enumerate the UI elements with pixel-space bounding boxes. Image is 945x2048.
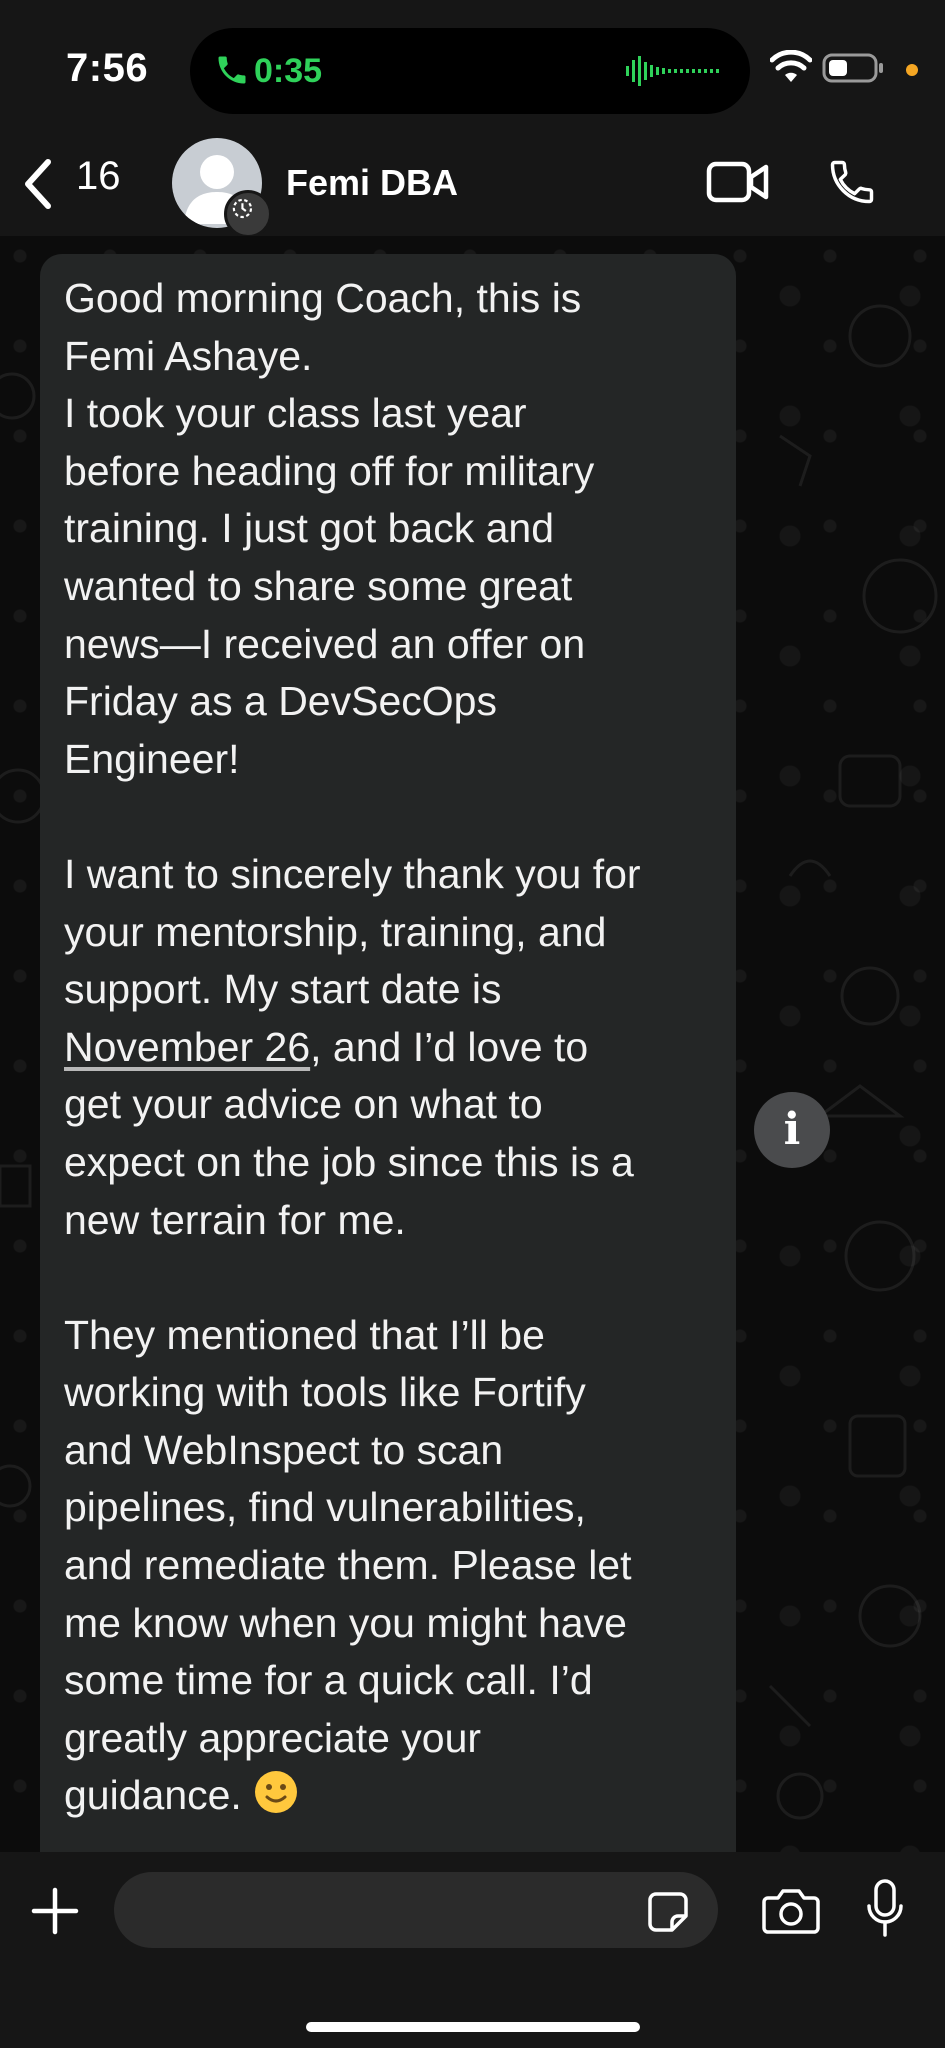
contact-name[interactable]: Femi DBA <box>286 162 458 204</box>
message-paragraph-1: Good morning Coach, this is Femi Ashaye.… <box>64 275 595 782</box>
slightly-smiling-face-emoji <box>255 1771 298 1814</box>
wifi-icon <box>770 50 812 82</box>
message-input-bar <box>0 1852 945 2048</box>
audio-waveform-icon <box>626 56 719 86</box>
camera-icon[interactable] <box>762 1886 820 1934</box>
plus-icon[interactable] <box>30 1886 80 1936</box>
status-bar: 7:56 0:35 <box>0 0 945 130</box>
voice-call-icon[interactable] <box>826 154 878 210</box>
info-button[interactable]: i <box>754 1092 830 1168</box>
sticker-icon[interactable] <box>646 1890 690 1934</box>
battery-icon <box>822 53 883 83</box>
microphone-icon[interactable] <box>866 1878 904 1940</box>
video-call-icon[interactable] <box>706 158 770 206</box>
status-time: 7:56 <box>66 46 149 90</box>
home-indicator[interactable] <box>306 2022 640 2032</box>
message-text: Good morning Coach, this is Femi Ashaye.… <box>64 270 724 1825</box>
incoming-message-bubble[interactable]: Good morning Coach, this is Femi Ashaye.… <box>40 254 736 1854</box>
message-paragraph-3: They mentioned that I’ll be working with… <box>64 1311 632 1819</box>
message-input[interactable] <box>114 1872 718 1948</box>
orange-dot-indicator <box>906 64 918 76</box>
call-timer: 0:35 <box>254 52 323 90</box>
message-paragraph-2-start: I want to sincerely thank you for your m… <box>64 850 641 1013</box>
phone-icon <box>218 56 246 84</box>
disappearing-timer-icon <box>224 190 272 238</box>
dynamic-island-call-pill[interactable]: 0:35 <box>190 28 750 114</box>
message-paragraph-2: I want to sincerely thank you for your m… <box>64 851 641 1243</box>
chat-header: 16 Femi DBA <box>0 130 945 238</box>
date-link[interactable]: November 26 <box>64 1024 310 1070</box>
unread-count[interactable]: 16 <box>76 154 121 199</box>
back-chevron-icon[interactable] <box>18 154 58 214</box>
